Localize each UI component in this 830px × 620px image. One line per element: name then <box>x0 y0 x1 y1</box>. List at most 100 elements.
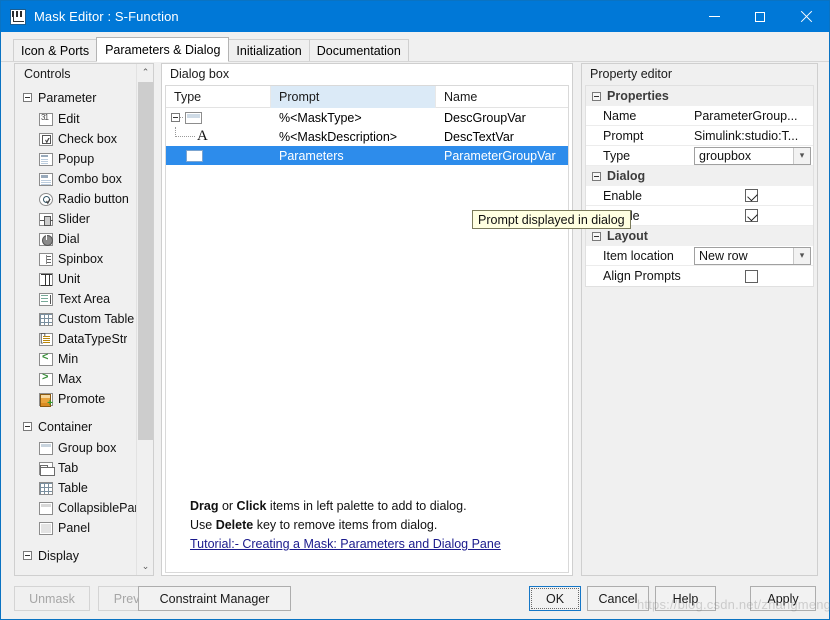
constraint-manager-button[interactable]: Constraint Manager <box>138 586 291 611</box>
collapse-icon[interactable] <box>592 231 601 241</box>
collapse-icon[interactable] <box>23 551 32 560</box>
palette-item-dial[interactable]: Dial <box>15 229 137 249</box>
hint-bold-drag: Drag <box>190 499 219 513</box>
property-row-type[interactable]: Type groupbox ▾ <box>586 146 813 166</box>
item-location-dropdown[interactable]: New row ▾ <box>694 246 811 265</box>
hint-line-1: Drag or Click items in left palette to a… <box>190 497 560 516</box>
tab-parameters-and-dialog[interactable]: Parameters & Dialog <box>96 37 230 62</box>
palette-item-panel[interactable]: Panel <box>15 518 137 538</box>
row-prompt-cell[interactable]: Parameters <box>271 149 436 163</box>
tutorial-link[interactable]: Tutorial:- Creating a Mask: Parameters a… <box>190 537 501 551</box>
property-row-align-prompts[interactable]: Align Prompts <box>586 266 813 286</box>
palette-scrollbar[interactable]: ⌃ ⌄ <box>136 64 153 575</box>
radio-button-icon <box>39 192 53 206</box>
collapse-icon[interactable] <box>592 171 601 181</box>
table-row[interactable]: Parameters ParameterGroupVar <box>166 146 568 165</box>
table-icon <box>39 481 53 495</box>
row-name-cell[interactable]: ParameterGroupVar <box>436 149 568 163</box>
maximize-button[interactable] <box>737 1 783 32</box>
help-button[interactable]: Help <box>655 586 716 611</box>
palette-item-text-area[interactable]: Text Area <box>15 289 137 309</box>
property-value[interactable]: Simulink:studio:T... <box>690 126 813 146</box>
cancel-button[interactable]: Cancel <box>587 586 649 611</box>
column-header-type[interactable]: Type <box>166 86 271 108</box>
palette-item-min[interactable]: Min <box>15 349 137 369</box>
palette-item-popup[interactable]: Popup <box>15 149 137 169</box>
palette-item-edit[interactable]: Edit <box>15 109 137 129</box>
chevron-down-icon[interactable]: ▾ <box>793 147 810 164</box>
row-type-cell <box>166 108 271 127</box>
scroll-down-icon[interactable]: ⌄ <box>137 558 153 575</box>
property-row-enable[interactable]: Enable <box>586 186 813 206</box>
apply-button[interactable]: Apply <box>750 586 816 611</box>
palette-item-group-box[interactable]: Group box <box>15 438 137 458</box>
table-row[interactable]: A %<MaskDescription> DescTextVar <box>166 127 568 146</box>
tab-initialization[interactable]: Initialization <box>228 39 310 62</box>
palette-item-datatypestr[interactable]: DataTypeStr <box>15 329 137 349</box>
window-title: Mask Editor : S-Function <box>34 9 179 24</box>
scrollbar-thumb[interactable] <box>138 82 153 440</box>
type-dropdown-value: groupbox <box>699 148 752 163</box>
property-row-prompt[interactable]: Prompt Simulink:studio:T... <box>586 126 813 146</box>
row-name-cell[interactable]: DescGroupVar <box>436 111 568 125</box>
property-section-properties[interactable]: Properties <box>586 86 813 106</box>
palette-group-display[interactable]: Display <box>15 544 137 567</box>
collapse-icon[interactable] <box>23 93 32 102</box>
palette-group-container[interactable]: Container <box>15 415 137 438</box>
row-prompt-cell[interactable]: %<MaskType> <box>271 111 436 125</box>
spinbox-icon <box>39 252 53 266</box>
palette-item-check-box[interactable]: Check box <box>15 129 137 149</box>
palette-item-slider[interactable]: Slider <box>15 209 137 229</box>
row-name-cell[interactable]: DescTextVar <box>436 130 568 144</box>
palette-item-promote[interactable]: Promote <box>15 389 137 409</box>
table-row[interactable]: %<MaskType> DescGroupVar <box>166 108 568 127</box>
property-value[interactable]: ParameterGroup... <box>690 106 813 126</box>
section-label: Properties <box>607 89 669 103</box>
property-value <box>690 186 813 206</box>
palette-item-label: Text Area <box>58 292 111 306</box>
close-button[interactable] <box>783 1 829 32</box>
palette-item-unit[interactable]: Unit <box>15 269 137 289</box>
palette-item-radio-button[interactable]: Radio button <box>15 189 137 209</box>
palette-group-parameter[interactable]: Parameter <box>15 86 137 109</box>
slider-icon <box>39 212 53 226</box>
row-prompt-cell[interactable]: %<MaskDescription> <box>271 130 436 144</box>
ok-button[interactable]: OK <box>529 586 581 611</box>
promote-icon <box>39 392 53 409</box>
align-prompts-checkbox[interactable] <box>745 269 758 283</box>
property-row-name[interactable]: Name ParameterGroup... <box>586 106 813 126</box>
collapse-icon[interactable] <box>23 422 32 431</box>
type-dropdown[interactable]: groupbox ▾ <box>694 146 811 165</box>
property-section-layout[interactable]: Layout <box>586 226 813 246</box>
expand-icon[interactable] <box>171 113 180 122</box>
combobox-icon <box>39 172 53 186</box>
enable-checkbox[interactable] <box>745 189 758 202</box>
palette-item-label: Check box <box>58 132 118 146</box>
tab-documentation[interactable]: Documentation <box>308 39 409 62</box>
row-type-cell: A <box>166 127 271 146</box>
property-label: Type <box>603 148 631 163</box>
palette-item-spinbox[interactable]: Spinbox <box>15 249 137 269</box>
dialog-box-tree[interactable]: Type Prompt Name %<MaskType> DescGroupVa… <box>165 85 631 573</box>
palette-item-table[interactable]: Table <box>15 478 137 498</box>
palette-item-label: Radio button <box>58 192 129 206</box>
column-header-prompt[interactable]: Prompt <box>271 86 436 108</box>
collapse-icon[interactable] <box>592 91 601 101</box>
folder-tree-icon <box>186 150 203 162</box>
tab-strip: Icon & Ports Parameters & Dialog Initial… <box>1 32 829 62</box>
unmask-button[interactable]: Unmask <box>14 586 90 611</box>
palette-group-label: Container <box>38 419 93 434</box>
palette-item-combo-box[interactable]: Combo box <box>15 169 137 189</box>
palette-item-max[interactable]: Max <box>15 369 137 389</box>
property-section-dialog[interactable]: Dialog <box>586 166 813 186</box>
palette-item-collapsible-panel[interactable]: CollapsiblePar <box>15 498 137 518</box>
property-row-item-location[interactable]: Item location New row ▾ <box>586 246 813 266</box>
scroll-up-icon[interactable]: ⌃ <box>137 64 153 81</box>
palette-item-tab[interactable]: Tab <box>15 458 137 478</box>
chevron-down-icon[interactable]: ▾ <box>793 247 810 264</box>
column-header-name[interactable]: Name <box>436 86 568 108</box>
tab-icon-and-ports[interactable]: Icon & Ports <box>13 39 98 62</box>
minimize-button[interactable] <box>691 1 737 32</box>
visible-checkbox[interactable] <box>745 209 758 222</box>
palette-item-custom-table[interactable]: Custom Table <box>15 309 137 329</box>
